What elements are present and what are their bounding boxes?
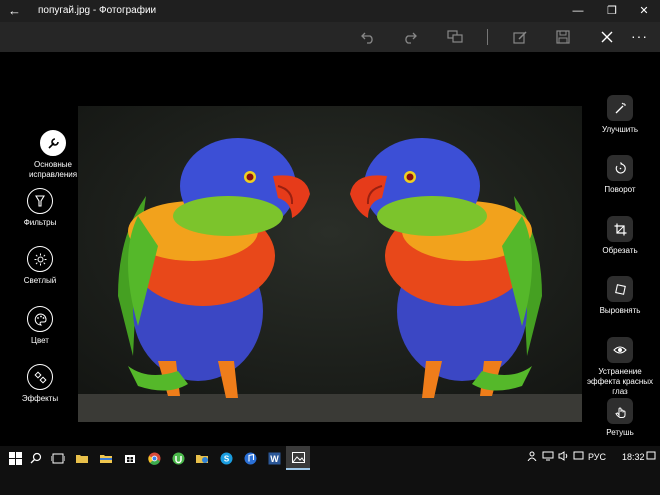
tool-label: Устранение эффекта красных глаз [586, 367, 654, 396]
tool-rotate[interactable]: Поворот [584, 155, 656, 195]
close-icon[interactable] [592, 22, 622, 52]
skype-icon[interactable]: S [214, 446, 238, 470]
effects-icon [27, 364, 53, 390]
store-icon[interactable] [118, 446, 142, 470]
music-icon[interactable] [238, 446, 262, 470]
redo-icon[interactable] [395, 22, 425, 52]
tool-red-eye[interactable]: Устранение эффекта красных глаз [584, 337, 656, 397]
tool-color[interactable]: Цвет [5, 306, 75, 346]
tool-label: Выровнять [599, 306, 641, 315]
toolbar-separator [487, 29, 488, 45]
rotate-icon [607, 155, 633, 181]
chrome-icon[interactable] [142, 446, 166, 470]
window-title: попугай.jpg - Фотографии [38, 5, 157, 16]
task-view-icon[interactable] [46, 446, 70, 470]
more-options-button[interactable]: ··· [631, 28, 648, 44]
tool-label: Ретушь [606, 428, 634, 437]
language-indicator[interactable]: РУС [588, 452, 606, 462]
tool-label: Эффекты [21, 394, 59, 403]
tool-crop[interactable]: Обрезать [584, 216, 656, 256]
maximize-button[interactable]: ❐ [596, 0, 628, 22]
volume-icon[interactable] [558, 451, 569, 463]
wrench-icon [40, 130, 66, 156]
svg-text:W: W [270, 454, 279, 464]
tool-label: Фильтры [23, 218, 57, 227]
clock[interactable]: 18:32 [622, 452, 645, 462]
action-center-icon[interactable] [646, 451, 656, 463]
tool-label: Поворот [604, 185, 636, 194]
word-icon[interactable]: W [262, 446, 286, 470]
palette-icon [27, 306, 53, 332]
network-icon[interactable] [542, 451, 554, 463]
notifications-message-icon[interactable] [573, 451, 584, 463]
explorer-icon[interactable] [190, 446, 214, 470]
photo-canvas[interactable] [78, 106, 582, 422]
undo-icon[interactable] [353, 22, 383, 52]
sun-icon [27, 246, 53, 272]
compare-icon[interactable] [440, 22, 470, 52]
filter-icon [27, 188, 53, 214]
tool-enhance[interactable]: Улучшить [584, 95, 656, 135]
tool-label: Основные исправления [28, 160, 78, 179]
tool-retouch[interactable]: Ретушь [584, 398, 656, 438]
tool-light[interactable]: Светлый [5, 246, 75, 286]
file-explorer-icon[interactable] [94, 446, 118, 470]
search-icon[interactable] [24, 446, 48, 470]
edit-icon[interactable] [505, 22, 535, 52]
tool-effects[interactable]: Эффекты [5, 364, 75, 404]
tool-basic-fixes[interactable]: Основные исправления [18, 130, 88, 180]
magic-wand-icon [607, 95, 633, 121]
svg-text:S: S [223, 454, 229, 463]
straighten-icon [607, 276, 633, 302]
eye-icon [607, 337, 633, 363]
tool-label: Обрезать [602, 246, 638, 255]
edit-toolbar: ··· [0, 22, 660, 52]
save-icon[interactable] [548, 22, 578, 52]
back-arrow-icon[interactable]: ← [8, 3, 21, 18]
crop-icon [607, 216, 633, 242]
photos-icon[interactable] [286, 446, 310, 470]
retouch-hand-icon [607, 398, 633, 424]
utorrent-icon[interactable] [166, 446, 190, 470]
tool-label: Светлый [23, 276, 57, 285]
tool-filters[interactable]: Фильтры [5, 188, 75, 228]
folder-icon[interactable] [70, 446, 94, 470]
tool-straighten[interactable]: Выровнять [584, 276, 656, 316]
tool-label: Цвет [31, 336, 49, 345]
tool-label: Улучшить [601, 125, 639, 134]
people-icon[interactable] [527, 451, 537, 463]
title-bar: ← попугай.jpg - Фотографии — ❐ ✕ [0, 0, 660, 22]
close-window-button[interactable]: ✕ [628, 0, 660, 22]
minimize-button[interactable]: — [562, 0, 594, 22]
taskbar: S W РУС 18:32 [0, 446, 660, 495]
